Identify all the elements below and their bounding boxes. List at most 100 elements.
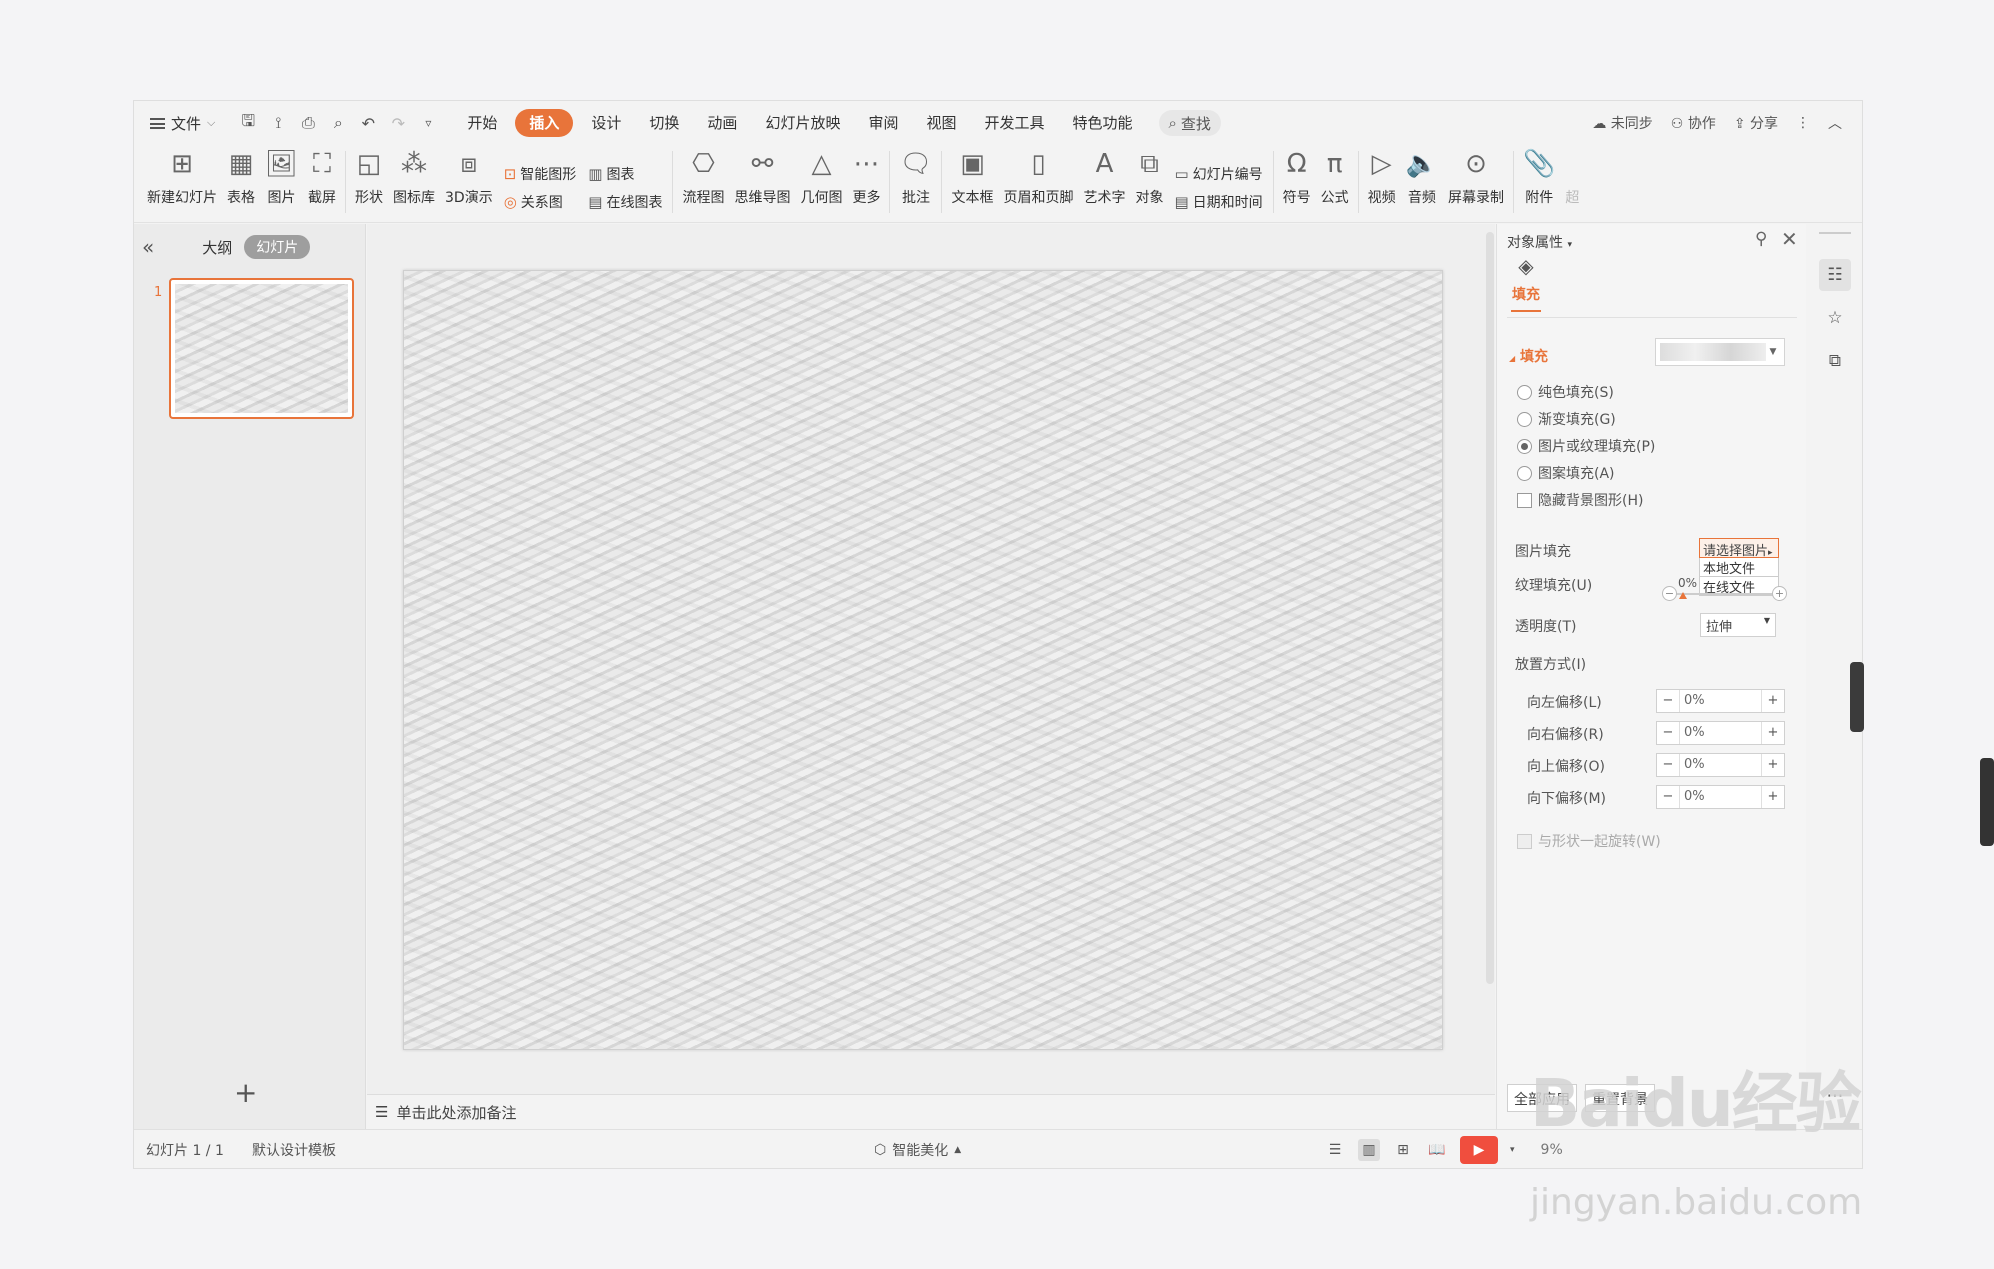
menu-item-local-file[interactable]: 本地文件 (1699, 558, 1779, 577)
pin-icon[interactable]: ⚲ (1755, 229, 1767, 249)
comment-button[interactable]: 🗨 批注 (894, 145, 937, 223)
symbol-button[interactable]: Ω 符号 (1278, 145, 1316, 223)
minus-icon[interactable]: − (1657, 722, 1679, 744)
3d-demo-button[interactable]: ⧈ 3D演示 (440, 145, 498, 223)
radio-solid[interactable] (1517, 384, 1532, 400)
checkbox-hide-bg[interactable] (1517, 492, 1532, 508)
slide-thumbnail[interactable] (169, 278, 354, 419)
textbox-button[interactable]: ▣ 文本框 (946, 145, 998, 223)
panel-title[interactable]: 对象属性 ▾ (1507, 232, 1572, 252)
grid-view-icon[interactable]: ⊞ (1392, 1139, 1414, 1161)
tab-review[interactable]: 审阅 (854, 109, 912, 137)
option-hide-bg[interactable]: 隐藏背景图形(H) (1517, 490, 1643, 510)
icon-library-button[interactable]: ⁂ 图标库 (388, 145, 440, 223)
video-button[interactable]: ▷ 视频 (1363, 145, 1401, 223)
normal-view-icon[interactable]: ▥ (1358, 1139, 1380, 1161)
chart-button[interactable]: ▥ 图表 (588, 164, 662, 184)
slider-handle[interactable] (1679, 592, 1687, 599)
canvas-scrollbar[interactable] (1485, 224, 1495, 1094)
more-options-icon[interactable]: ⋮ (1796, 115, 1810, 131)
print-icon[interactable]: ⎙ (297, 113, 319, 133)
redo-icon[interactable]: ↷ (387, 114, 409, 133)
offset-up-stepper[interactable]: −0% + (1656, 753, 1785, 777)
print-preview-icon[interactable]: ⌕ (327, 113, 349, 133)
plus-icon[interactable]: + (1762, 690, 1784, 712)
shape-button[interactable]: ◱ 形状 (350, 145, 388, 223)
tab-special[interactable]: 特色功能 (1059, 109, 1147, 137)
tab-home[interactable]: 开始 (453, 109, 511, 137)
tab-slides[interactable]: 幻灯片 (244, 235, 311, 259)
play-slideshow-button[interactable]: ▶ (1460, 1136, 1498, 1164)
offset-right-value[interactable]: 0% (1679, 722, 1762, 744)
notes-toggle-icon[interactable]: ☰ (1324, 1139, 1346, 1161)
undo-icon[interactable]: ↶ (357, 114, 379, 133)
mindmap-button[interactable]: ⚯ 思维导图 (729, 145, 795, 223)
save-icon[interactable]: 🖫 (237, 110, 259, 137)
tab-developer[interactable]: 开发工具 (970, 109, 1058, 137)
offset-left-value[interactable]: 0% (1679, 690, 1762, 712)
plus-icon[interactable]: + (1772, 586, 1787, 601)
option-picture-fill[interactable]: 图片或纹理填充(P) (1517, 436, 1655, 456)
option-gradient-fill[interactable]: 渐变填充(G) (1517, 409, 1616, 429)
option-pattern-fill[interactable]: 图案填充(A) (1517, 463, 1615, 483)
collab-button[interactable]: ⚇ 协作 (1671, 113, 1716, 133)
table-button[interactable]: ▦ 表格 (222, 145, 260, 223)
geometry-button[interactable]: △ 几何图 (795, 145, 847, 223)
tab-transitions[interactable]: 切换 (635, 109, 693, 137)
file-menu[interactable]: 文件 ⌵ (134, 108, 225, 138)
canvas-scroll-thumb[interactable] (1486, 232, 1494, 984)
picture-source-header[interactable]: 请选择图片▸ (1699, 538, 1779, 559)
fill-preview-dropdown[interactable]: ▼ (1655, 338, 1785, 366)
attachment-button[interactable]: 📎 附件 (1518, 145, 1560, 223)
search-box[interactable]: ⌕ 查找 (1158, 110, 1221, 136)
hyperlink-button[interactable]: 超 (1560, 145, 1584, 223)
reading-view-icon[interactable]: 📖 (1426, 1139, 1448, 1161)
radio-gradient[interactable] (1517, 411, 1532, 427)
header-footer-button[interactable]: ▯ 页眉和页脚 (998, 145, 1078, 223)
tab-fill[interactable]: ◈ 填充 (1511, 254, 1541, 312)
collapse-panel-icon[interactable]: « (142, 235, 154, 259)
plus-icon[interactable]: + (1762, 754, 1784, 776)
offset-left-stepper[interactable]: −0% + (1656, 689, 1785, 713)
tab-view[interactable]: 视图 (912, 109, 970, 137)
more-button[interactable]: ⋯ 更多 (847, 145, 885, 223)
audio-button[interactable]: 🔈 音频 (1401, 145, 1443, 223)
flowchart-button[interactable]: ⎔ 流程图 (677, 145, 729, 223)
close-icon[interactable]: ✕ (1781, 227, 1798, 251)
date-time-button[interactable]: ▤ 日期和时间 (1174, 192, 1262, 212)
new-slide-button[interactable]: ⊞ 新建幻灯片 (142, 145, 222, 223)
tab-outline[interactable]: 大纲 (202, 237, 232, 258)
properties-icon[interactable]: ☷ (1819, 259, 1851, 291)
offset-down-stepper[interactable]: −0% + (1656, 785, 1785, 809)
smart-shape-button[interactable]: ⊡ 智能图形 (504, 164, 577, 184)
tab-animations[interactable]: 动画 (693, 109, 751, 137)
slide-number-button[interactable]: ▭ 幻灯片编号 (1174, 164, 1262, 184)
minus-icon[interactable]: − (1657, 690, 1679, 712)
transparency-slider[interactable]: − + 0% (1662, 576, 1787, 604)
add-slide-button[interactable]: + (234, 1076, 257, 1109)
relation-button[interactable]: ◎ 关系图 (504, 192, 577, 212)
minus-icon[interactable]: − (1657, 754, 1679, 776)
slide-canvas[interactable] (403, 270, 1443, 1050)
tab-design[interactable]: 设计 (577, 109, 635, 137)
collapse-ribbon-icon[interactable]: ︿ (1828, 113, 1842, 133)
screen-record-button[interactable]: ⊙ 屏幕录制 (1443, 145, 1509, 223)
minus-icon[interactable]: − (1657, 786, 1679, 808)
offset-right-stepper[interactable]: −0% + (1656, 721, 1785, 745)
notes-bar[interactable]: ☰ 单击此处添加备注 (367, 1094, 1495, 1129)
copy-icon[interactable]: ⧉ (1819, 345, 1851, 377)
tab-insert[interactable]: 插入 (515, 109, 574, 137)
share-button[interactable]: ⇪ 分享 (1734, 113, 1778, 133)
object-button[interactable]: ⧉ 对象 (1130, 145, 1168, 223)
placement-select[interactable]: 拉伸 ▼ (1700, 613, 1776, 637)
radio-pattern[interactable] (1517, 465, 1532, 481)
formula-button[interactable]: π 公式 (1316, 145, 1354, 223)
minus-icon[interactable]: − (1662, 586, 1677, 601)
smart-beautify-button[interactable]: ⬡ 智能美化 ▲ (874, 1140, 961, 1160)
radio-picture[interactable] (1517, 438, 1532, 454)
format-painter-icon[interactable]: ⟟ (267, 113, 289, 133)
fill-section-header[interactable]: ◢ 填充 (1509, 346, 1548, 366)
template-name[interactable]: 默认设计模板 (252, 1140, 336, 1160)
plus-icon[interactable]: + (1762, 786, 1784, 808)
option-solid-fill[interactable]: 纯色填充(S) (1517, 382, 1614, 402)
